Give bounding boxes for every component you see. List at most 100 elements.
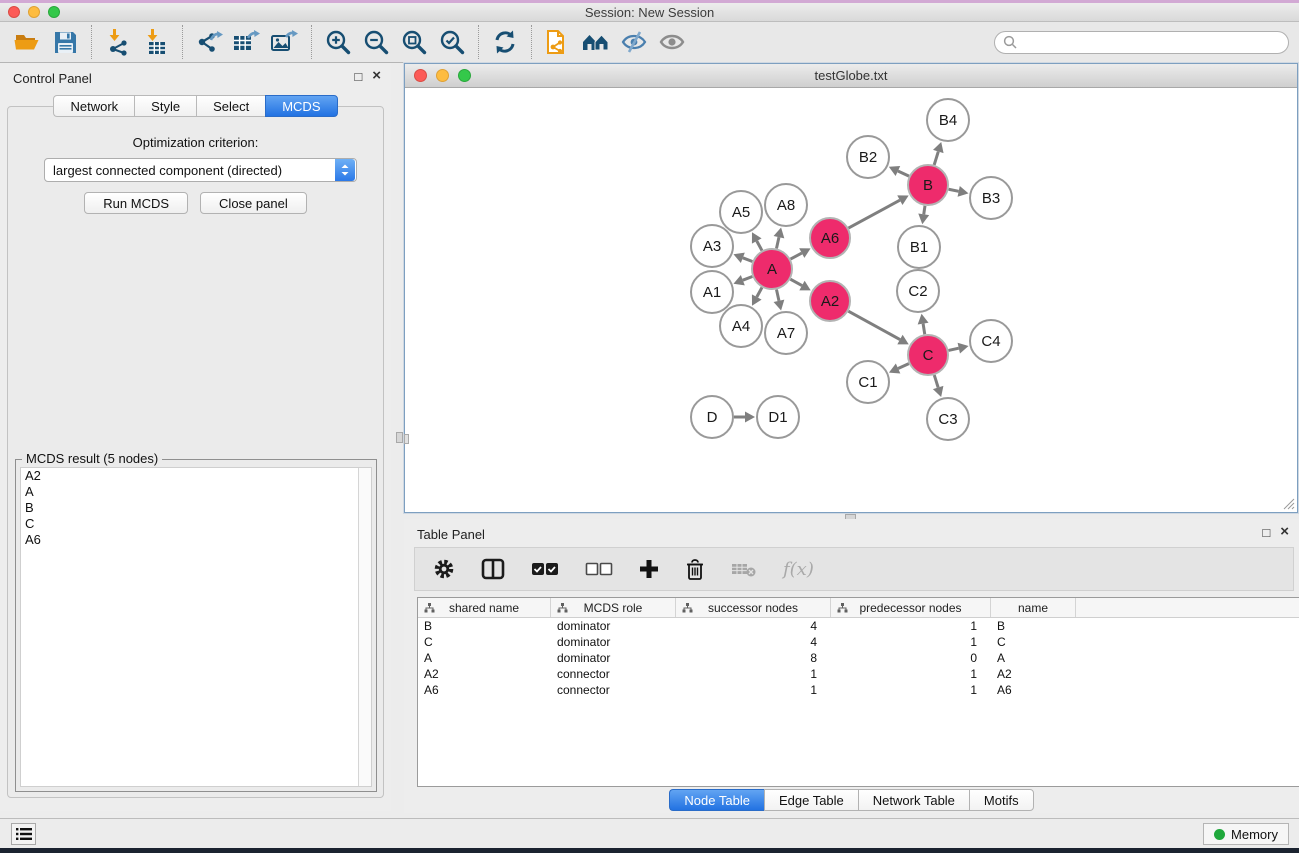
graph-node-C[interactable]: C bbox=[908, 335, 948, 375]
mcds-result-item[interactable]: A6 bbox=[21, 532, 371, 548]
tab-mcds[interactable]: MCDS bbox=[265, 95, 337, 117]
zoom-in-button[interactable] bbox=[319, 25, 357, 59]
column-header-MCDS-role[interactable]: MCDS role bbox=[551, 598, 676, 617]
delete-table-button-disabled[interactable] bbox=[731, 560, 757, 578]
mcds-result-item[interactable]: A2 bbox=[21, 468, 371, 484]
graph-edge[interactable] bbox=[774, 290, 785, 311]
graph-node-B2[interactable]: B2 bbox=[847, 136, 889, 178]
graph-edge[interactable] bbox=[752, 287, 762, 305]
mcds-result-item[interactable]: B bbox=[21, 500, 371, 516]
graph-node-B4[interactable]: B4 bbox=[927, 99, 969, 141]
export-table-button[interactable] bbox=[228, 25, 266, 59]
export-network-button[interactable] bbox=[190, 25, 228, 59]
zoom-fit-button[interactable] bbox=[395, 25, 433, 59]
run-mcds-button[interactable]: Run MCDS bbox=[84, 192, 188, 214]
memory-button[interactable]: Memory bbox=[1203, 823, 1289, 845]
graph-edge[interactable] bbox=[790, 279, 810, 290]
tab-style[interactable]: Style bbox=[134, 95, 196, 117]
table-row[interactable]: Adominator80A bbox=[418, 650, 1299, 666]
graph-node-A8[interactable]: A8 bbox=[765, 184, 807, 226]
graph-edge[interactable] bbox=[734, 412, 755, 423]
network-graph[interactable]: B4B2BB3A5A8A6B1A3AC2A1A2A4A7C4CC1C3DD1 bbox=[405, 88, 1297, 512]
graph-edge[interactable] bbox=[918, 206, 929, 224]
graph-edge[interactable] bbox=[752, 232, 762, 250]
graph-node-A1[interactable]: A1 bbox=[691, 271, 733, 313]
create-column-button[interactable] bbox=[639, 559, 659, 579]
close-panel-button[interactable]: Close panel bbox=[200, 192, 307, 214]
tab-select[interactable]: Select bbox=[196, 95, 265, 117]
graph-node-C2[interactable]: C2 bbox=[897, 270, 939, 312]
close-panel-icon[interactable]: × bbox=[372, 69, 381, 84]
graph-node-A3[interactable]: A3 bbox=[691, 225, 733, 267]
refresh-button[interactable] bbox=[486, 25, 524, 59]
deselect-all-button[interactable] bbox=[585, 561, 613, 577]
graph-node-B1[interactable]: B1 bbox=[898, 226, 940, 268]
graph-edge[interactable] bbox=[774, 227, 785, 248]
delete-column-button[interactable] bbox=[685, 558, 705, 580]
graph-edge[interactable] bbox=[889, 166, 909, 176]
float-panel-icon[interactable]: □ bbox=[1262, 525, 1270, 540]
graph-edge[interactable] bbox=[733, 253, 752, 263]
graph-node-A2[interactable]: A2 bbox=[810, 281, 850, 321]
export-image-button[interactable] bbox=[266, 25, 304, 59]
graph-node-C1[interactable]: C1 bbox=[847, 361, 889, 403]
graph-edge[interactable] bbox=[848, 195, 908, 228]
table-row[interactable]: Cdominator41C bbox=[418, 634, 1299, 650]
graph-node-A6[interactable]: A6 bbox=[810, 218, 850, 258]
float-panel-icon[interactable]: □ bbox=[354, 69, 362, 84]
column-header-successor-nodes[interactable]: successor nodes bbox=[676, 598, 831, 617]
table-row[interactable]: Bdominator41B bbox=[418, 618, 1299, 634]
hide-selected-button[interactable] bbox=[615, 25, 653, 59]
graph-node-C3[interactable]: C3 bbox=[927, 398, 969, 440]
graph-edge[interactable] bbox=[933, 142, 944, 165]
graph-node-A7[interactable]: A7 bbox=[765, 312, 807, 354]
table-row[interactable]: A2connector11A2 bbox=[418, 666, 1299, 682]
save-session-button[interactable] bbox=[46, 25, 84, 59]
mcds-result-item[interactable]: A bbox=[21, 484, 371, 500]
tab-motifs[interactable]: Motifs bbox=[969, 789, 1034, 811]
graph-node-A[interactable]: A bbox=[752, 249, 792, 289]
graph-edge[interactable] bbox=[949, 186, 969, 197]
column-header-name[interactable]: name bbox=[991, 598, 1076, 617]
graph-node-A5[interactable]: A5 bbox=[720, 191, 762, 233]
graph-edge[interactable] bbox=[733, 275, 752, 285]
show-columns-button[interactable] bbox=[481, 558, 505, 580]
graph-node-D1[interactable]: D1 bbox=[757, 396, 799, 438]
show-all-button[interactable] bbox=[653, 25, 691, 59]
network-edge-handle[interactable] bbox=[404, 434, 409, 444]
graph-node-D[interactable]: D bbox=[691, 396, 733, 438]
mcds-result-list[interactable]: A2ABCA6 bbox=[20, 467, 372, 787]
graph-node-C4[interactable]: C4 bbox=[970, 320, 1012, 362]
mcds-list-scrollbar[interactable] bbox=[358, 468, 371, 786]
optimization-criterion-select[interactable]: largest connected component (directed) bbox=[44, 158, 357, 182]
table-row[interactable]: A6connector11A6 bbox=[418, 682, 1299, 698]
mcds-result-item[interactable]: C bbox=[21, 516, 371, 532]
tab-network-table[interactable]: Network Table bbox=[858, 789, 969, 811]
tab-node-table[interactable]: Node Table bbox=[669, 789, 764, 811]
close-panel-icon[interactable]: × bbox=[1280, 525, 1289, 540]
table-settings-button[interactable] bbox=[433, 558, 455, 580]
import-network-button[interactable] bbox=[99, 25, 137, 59]
import-table-button[interactable] bbox=[137, 25, 175, 59]
search-input[interactable] bbox=[994, 31, 1289, 54]
network-window-titlebar[interactable]: testGlobe.txt bbox=[405, 64, 1297, 88]
vertical-split-handle[interactable] bbox=[396, 432, 403, 443]
graph-node-A4[interactable]: A4 bbox=[720, 305, 762, 347]
zoom-selected-button[interactable] bbox=[433, 25, 471, 59]
function-builder-button-disabled[interactable]: f(x) bbox=[783, 559, 814, 580]
select-all-button[interactable] bbox=[531, 561, 559, 577]
task-history-button[interactable] bbox=[11, 823, 36, 845]
resize-grip-icon[interactable] bbox=[1281, 496, 1295, 510]
graph-edge[interactable] bbox=[889, 363, 909, 373]
network-canvas[interactable]: B4B2BB3A5A8A6B1A3AC2A1A2A4A7C4CC1C3DD1 bbox=[405, 88, 1297, 512]
column-header-shared-name[interactable]: shared name bbox=[418, 598, 551, 617]
graph-edge[interactable] bbox=[948, 343, 968, 354]
graph-node-B3[interactable]: B3 bbox=[970, 177, 1012, 219]
open-file-button[interactable] bbox=[8, 25, 46, 59]
new-network-file-button[interactable] bbox=[539, 25, 577, 59]
tab-network[interactable]: Network bbox=[53, 95, 134, 117]
node-table[interactable]: shared nameMCDS rolesuccessor nodesprede… bbox=[417, 597, 1299, 787]
column-header-predecessor-nodes[interactable]: predecessor nodes bbox=[831, 598, 991, 617]
first-neighbors-button[interactable] bbox=[577, 25, 615, 59]
graph-edge[interactable] bbox=[933, 375, 943, 397]
